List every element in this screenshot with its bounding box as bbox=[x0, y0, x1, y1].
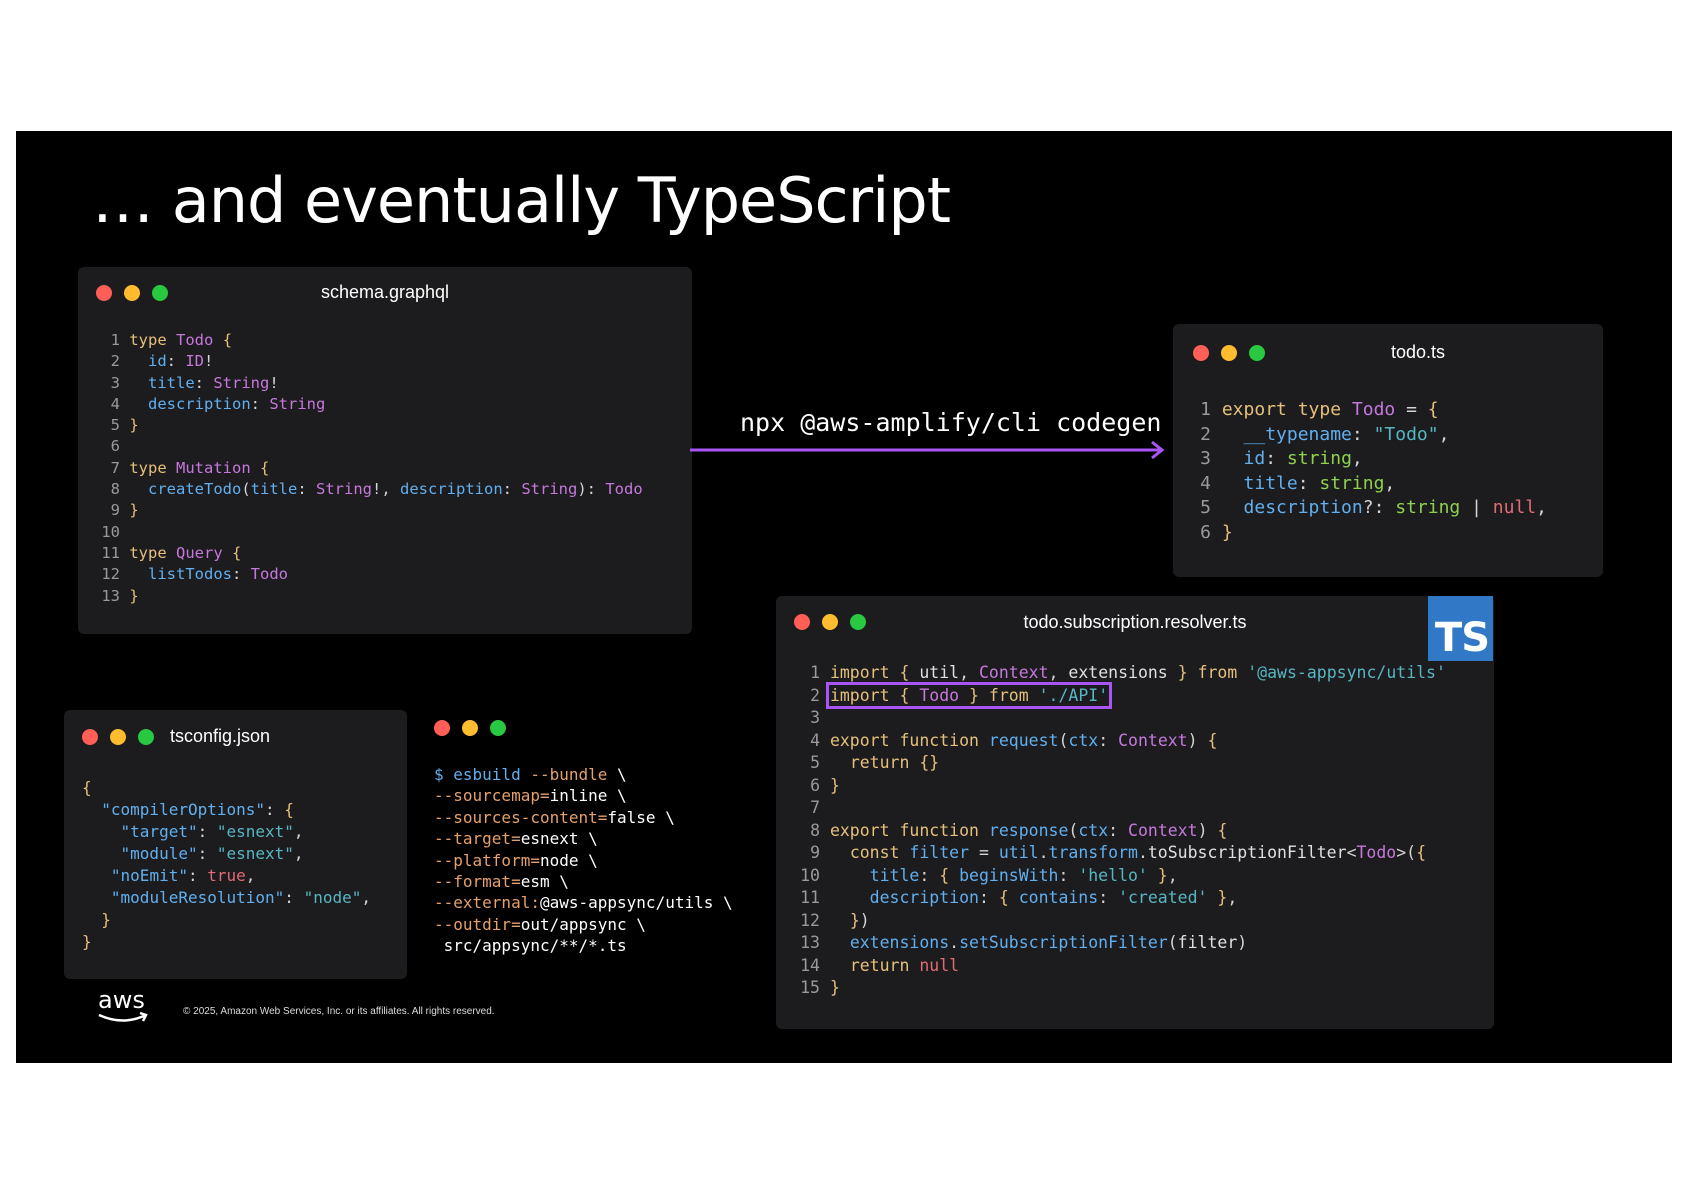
code-line: 10 title: { beginsWith: 'hello' }, bbox=[800, 865, 1178, 885]
code-line: "moduleResolution": "node", bbox=[110, 888, 371, 907]
code-line: 9 } bbox=[110, 501, 139, 520]
code-line: 4 description: String bbox=[110, 394, 326, 413]
code-line: 12 }) bbox=[800, 910, 870, 930]
command-line: --external:@aws-appsync/utils \ bbox=[434, 893, 733, 913]
command-line: $ esbuild --bundle \ bbox=[434, 765, 627, 784]
command-line: --sourcemap=inline \ bbox=[434, 786, 627, 806]
code-line: 2 import { Todo } from './API' bbox=[810, 681, 1113, 709]
tsconfig-code: { "compilerOptions": { "target": "esnext… bbox=[82, 777, 371, 953]
command-line: --target=esnext \ bbox=[434, 829, 598, 849]
code-line: 14 return null bbox=[800, 955, 960, 975]
window-title: todo.ts bbox=[1390, 342, 1446, 362]
code-line: 4 title: string, bbox=[1200, 472, 1396, 494]
schema-window: schema.graphql 1 type Todo { 2 id: ID! 3 t… bbox=[78, 267, 692, 634]
resolver-window: todo.subscription.resolver.ts 1 import {… bbox=[776, 596, 1494, 1029]
command-line: --platform=node \ bbox=[434, 850, 598, 870]
code-line: 6 } bbox=[810, 775, 840, 795]
code-line: 6 bbox=[110, 437, 120, 456]
code-line: { bbox=[82, 778, 92, 797]
code-line: 5 description?: string | null, bbox=[1200, 497, 1547, 518]
code-line: 5 } bbox=[110, 416, 139, 435]
code-line: 11 type Query { bbox=[101, 543, 242, 562]
todo-code: 1 export type Todo = { 2 __typename: "Tod… bbox=[1195, 398, 1547, 545]
window-title: tsconfig.json bbox=[169, 726, 271, 746]
code-line: 13 extensions.setSubscriptionFilter(filt… bbox=[800, 933, 1248, 952]
code-line: "compilerOptions": { bbox=[101, 800, 294, 819]
close-dot-icon[interactable] bbox=[434, 720, 450, 736]
typescript-logo-icon: TS bbox=[1428, 596, 1493, 661]
window-title: todo.subscription.resolver.ts bbox=[1023, 612, 1247, 632]
code-line: 1 type Todo { bbox=[110, 331, 233, 349]
code-line: "module": "esnext", bbox=[120, 844, 304, 863]
slide-title: … and eventually TypeScript bbox=[92, 164, 951, 237]
code-line: 4 export function request(ctx: Context) … bbox=[810, 730, 1218, 750]
aws-logo-icon: aws bbox=[98, 986, 148, 1022]
code-line: } bbox=[82, 932, 92, 951]
code-line: 10 bbox=[101, 522, 120, 541]
code-line: 8 export function response(ctx: Context)… bbox=[810, 820, 1228, 840]
close-dot-icon[interactable] bbox=[1193, 345, 1209, 361]
code-line: 2 __typename: "Todo", bbox=[1200, 423, 1450, 445]
ts-badge-text: TS bbox=[1434, 615, 1490, 661]
window-title: schema.graphql bbox=[320, 282, 450, 302]
resolver-code: 1 import { util, Context, extensions } f… bbox=[798, 662, 1446, 1000]
code-line: 1 export type Todo = { bbox=[1200, 399, 1439, 420]
copyright-text: © 2025, Amazon Web Services, Inc. or its… bbox=[183, 1006, 495, 1017]
code-line: "target": "esnext", bbox=[120, 822, 304, 841]
code-line: } bbox=[101, 910, 111, 929]
code-line: 9 const filter = util.transform.toSubscr… bbox=[810, 843, 1427, 862]
maximize-dot-icon[interactable] bbox=[490, 720, 506, 736]
arrow-icon bbox=[690, 440, 1165, 460]
code-line: 3 id: string, bbox=[1200, 448, 1363, 469]
code-line: 1 import { util, Context, extensions } f… bbox=[810, 663, 1446, 682]
code-line: 8 createTodo(title: String!, description… bbox=[110, 480, 643, 499]
todo-window: todo.ts 1 export type Todo = { 2 __typena… bbox=[1173, 324, 1603, 577]
command-line: src/appsync/**/*.ts bbox=[434, 936, 627, 956]
code-line: 7 type Mutation { bbox=[110, 458, 270, 477]
terminal-controls bbox=[434, 720, 506, 736]
command-line: --outdir=out/appsync \ bbox=[434, 914, 646, 934]
tsconfig-window: tsconfig.json { "compilerOptions": { "ta… bbox=[64, 710, 407, 979]
code-line: "noEmit": true, bbox=[110, 866, 256, 885]
code-line: 6 } bbox=[1200, 521, 1233, 543]
schema-code: 1 type Todo { 2 id: ID! 3 title: String! 4 … bbox=[98, 330, 643, 607]
esbuild-command: $ esbuild --bundle \ --sourcemap=inline \… bbox=[434, 764, 733, 957]
command-line: --format=esm \ bbox=[434, 872, 569, 892]
code-line: 12 listTodos: Todo bbox=[101, 565, 288, 584]
code-line: 7 bbox=[810, 798, 820, 817]
aws-logo-text: aws bbox=[98, 986, 145, 1014]
code-line: 5 return {} bbox=[810, 753, 940, 772]
codegen-command-label: npx @aws-amplify/cli codegen bbox=[740, 408, 1162, 437]
minimize-dot-icon[interactable] bbox=[462, 720, 478, 736]
code-line: 13 } bbox=[101, 586, 139, 605]
code-line: 15 } bbox=[800, 978, 840, 997]
code-line: 2 id: ID! bbox=[110, 352, 214, 371]
code-line: 11 description: { contains: 'created' }, bbox=[800, 888, 1238, 907]
code-line: 3 title: String! bbox=[110, 373, 279, 392]
code-line: 3 bbox=[810, 708, 820, 727]
command-line: --sources-content=false \ bbox=[434, 807, 675, 827]
